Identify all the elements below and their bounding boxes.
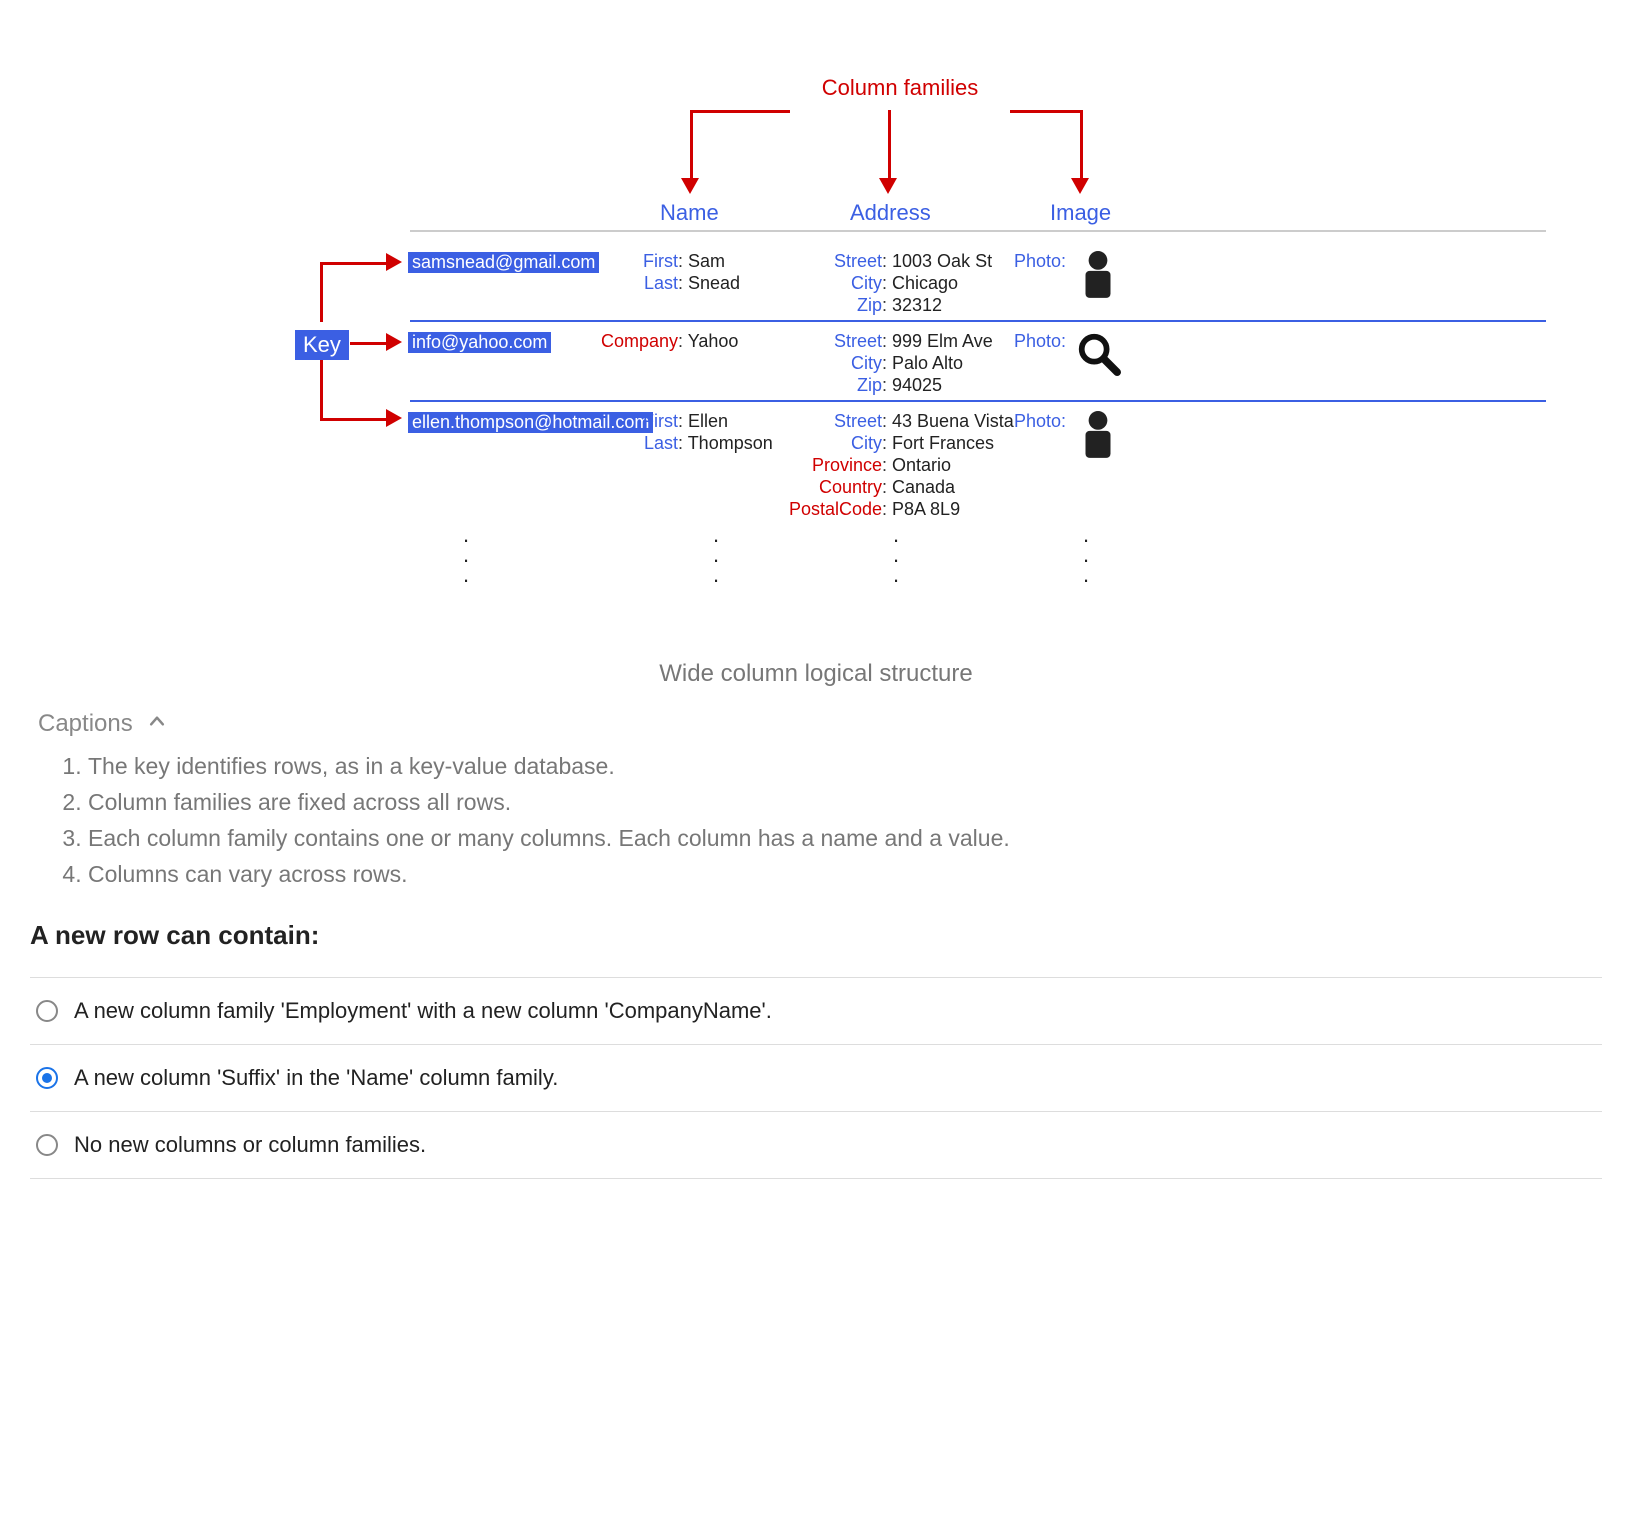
column-families-label: Column families (800, 75, 1000, 101)
cf-address-header: Address (850, 200, 931, 226)
caption-item: Column families are fixed across all row… (88, 784, 1602, 820)
ellipsis-col3: ··· (890, 530, 902, 590)
caption-item: Columns can vary across rows. (88, 856, 1602, 892)
answer-option-2[interactable]: No new columns or column families. (30, 1112, 1602, 1179)
figure-caption: Wide column logical structure (30, 660, 1602, 688)
key-badge: Key (295, 330, 349, 360)
answer-radio-0[interactable] (36, 1000, 58, 1022)
row2-image: Photo: (1014, 330, 1121, 381)
person-icon (1077, 410, 1119, 465)
row2-address: Street: 999 Elm Ave City: Palo Alto Zip:… (790, 330, 993, 396)
ellipsis-col4: ··· (1080, 530, 1092, 590)
row1-image: Photo: (1014, 250, 1119, 305)
captions-toggle[interactable]: Captions (38, 710, 1602, 738)
row-divider-2 (410, 400, 1546, 402)
row2-company: Company: Yahoo (576, 330, 738, 352)
question-text: A new row can contain: (30, 920, 1602, 951)
captions-list: The key identifies rows, as in a key-val… (60, 748, 1602, 892)
answer-radio-2[interactable] (36, 1134, 58, 1156)
row-key-2: info@yahoo.com (408, 332, 551, 353)
answer-radio-1[interactable] (36, 1067, 58, 1089)
ellipsis-col2: ··· (710, 530, 722, 590)
row-divider-1 (410, 320, 1546, 322)
cf-name-header: Name (660, 200, 719, 226)
answer-label: A new column family 'Employment' with a … (74, 998, 772, 1024)
answers-group: A new column family 'Employment' with a … (30, 977, 1602, 1179)
chevron-up-icon (147, 710, 167, 738)
wide-column-diagram: Column families Name Address Image Key s… (30, 40, 1602, 600)
person-icon (1077, 250, 1119, 305)
answer-label: A new column 'Suffix' in the 'Name' colu… (74, 1065, 558, 1091)
magnifier-icon (1075, 360, 1121, 380)
caption-item: Each column family contains one or many … (88, 820, 1602, 856)
ellipsis-col1: ··· (460, 530, 472, 590)
caption-item: The key identifies rows, as in a key-val… (88, 748, 1602, 784)
row1-name: First: Sam Last: Snead (606, 250, 740, 294)
row1-address: Street: 1003 Oak St City: Chicago Zip: 3… (790, 250, 992, 316)
answer-option-1[interactable]: A new column 'Suffix' in the 'Name' colu… (30, 1045, 1602, 1112)
answer-option-0[interactable]: A new column family 'Employment' with a … (30, 978, 1602, 1045)
row3-name: First: Ellen Last: Thompson (606, 410, 773, 454)
cf-image-header: Image (1050, 200, 1111, 226)
header-underline (410, 230, 1546, 232)
captions-label: Captions (38, 710, 133, 738)
answer-label: No new columns or column families. (74, 1132, 426, 1158)
row-key-1: samsnead@gmail.com (408, 252, 599, 273)
row3-address: Street: 43 Buena Vista City: Fort France… (750, 410, 1014, 520)
row3-image: Photo: (1014, 410, 1119, 465)
